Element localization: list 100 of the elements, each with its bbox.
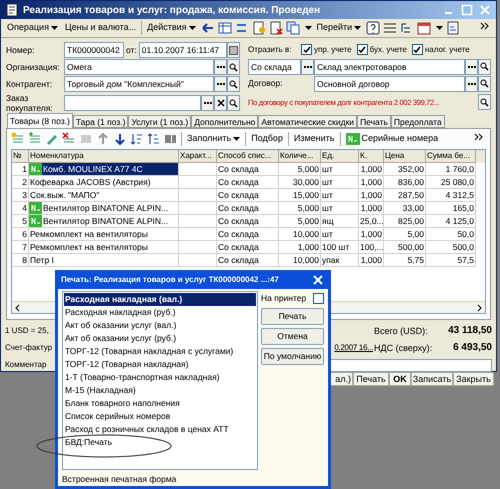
column-header[interactable]: Цена (384, 150, 426, 163)
order-field[interactable] (64, 95, 201, 111)
checkbox[interactable] (412, 44, 423, 56)
select-button[interactable] (465, 76, 478, 92)
date-field[interactable]: 01.10.2007 16:11:47 (138, 42, 227, 58)
table-cell: 1,000 (359, 202, 384, 215)
list-icon[interactable] (383, 21, 398, 35)
menu-button[interactable]: Цены и валюта... (62, 20, 138, 36)
tab[interactable]: Дополнительно (191, 115, 258, 128)
column-header[interactable]: К. (359, 150, 384, 163)
select-button[interactable] (301, 58, 314, 75)
search-button[interactable] (478, 58, 491, 75)
list-item[interactable]: Расход с розничных складов в ценах АТТ (64, 423, 256, 436)
table-icon[interactable] (218, 21, 232, 35)
select-button[interactable] (201, 95, 214, 111)
clear-button[interactable] (214, 95, 227, 111)
table-cell[interactable]: Сок.выж. "МАПО" (29, 189, 178, 201)
forms-list[interactable] (62, 291, 258, 470)
footer-button[interactable]: Печать (353, 372, 389, 386)
column-header[interactable]: Сумма бе... (426, 150, 476, 163)
sort-ascending-icon[interactable] (130, 132, 144, 146)
table-cell[interactable]: Вентилятор BINATONE ALPIN... (42, 202, 178, 214)
table-cell[interactable]: Вентилятор BINATONE ALPIN... (42, 215, 178, 227)
footer-button[interactable]: ал.) (329, 372, 353, 386)
list-item[interactable]: Расходная накладная (вал.) (64, 293, 256, 306)
calendar-icon[interactable] (417, 21, 432, 35)
tab[interactable]: Товары (8 поз.) (7, 113, 73, 128)
dialog-button[interactable]: Печать (261, 308, 324, 326)
report-icon[interactable] (446, 21, 460, 35)
pick-button[interactable]: Подбор (249, 132, 285, 146)
checkbox-label: На принтер (261, 292, 306, 305)
fill-button[interactable]: Заполнить (185, 132, 242, 146)
table-cell[interactable]: Комб. MOULINEX A77 4C (42, 163, 178, 175)
help-icon[interactable] (366, 21, 380, 35)
edit-button[interactable]: Изменить (292, 132, 336, 146)
column-header[interactable]: № (12, 150, 29, 163)
organization-field[interactable]: Омега (64, 59, 214, 75)
tab[interactable]: Печать (357, 115, 391, 128)
list-item[interactable]: Расходная накладная (руб.) (64, 306, 256, 320)
close-icon[interactable] (311, 272, 325, 287)
document-new-icon[interactable] (252, 21, 266, 35)
table-cell[interactable]: Кофеварка JACOBS (Австрия) (29, 176, 178, 188)
search-button[interactable] (227, 59, 240, 75)
checkbox[interactable] (301, 44, 312, 56)
serial-numbers-button[interactable]: Серийные номера (344, 132, 440, 146)
search-button[interactable] (227, 76, 240, 92)
checkmark-icon (302, 46, 310, 54)
dialog-button[interactable]: Отмена (261, 328, 324, 346)
search-button[interactable] (478, 94, 491, 110)
arrow-left-icon[interactable] (200, 21, 215, 35)
edit-row-icon[interactable] (45, 132, 59, 146)
caret-icon (304, 26, 312, 30)
menu-button[interactable]: Операция (5, 20, 60, 36)
checkbox[interactable] (313, 292, 324, 304)
footer-button[interactable]: Записать (411, 372, 453, 386)
search-button[interactable] (227, 95, 240, 111)
tab[interactable]: Предоплата (390, 115, 445, 128)
list-item[interactable]: ТОРГ-12 (Товарная накладная) (64, 358, 256, 372)
tab[interactable]: Автоматические скидки (258, 115, 358, 128)
column-header[interactable]: Характ... (179, 150, 217, 163)
table-cell: 100,... (359, 241, 384, 254)
counterparty-field[interactable]: Торговый дом "Комплексный" (64, 76, 214, 92)
list-item[interactable]: Акт об оказании услуг (вал.) (64, 319, 256, 332)
barcode-icon[interactable] (164, 132, 178, 146)
search-button[interactable] (478, 76, 491, 92)
list-item[interactable]: 1-Т (Товарно-транспортная накладная) (64, 371, 256, 384)
sort-descending-icon[interactable] (147, 132, 161, 146)
table-cell: упак (321, 254, 359, 267)
document-delete-icon[interactable] (268, 21, 283, 35)
number-field[interactable]: ТК000000042 (64, 42, 124, 58)
shipment-type-field[interactable]: Со склада (248, 58, 301, 75)
tab[interactable]: Услуги (1 поз.) (128, 115, 192, 128)
menu-button[interactable]: Перейти (314, 20, 364, 36)
arrow-down-icon[interactable] (113, 132, 127, 146)
dialog-button[interactable]: По умолчанию (261, 348, 324, 366)
tab[interactable]: Тара (1 поз.) (72, 115, 128, 128)
column-header[interactable]: Способ спис... (217, 150, 279, 163)
checkbox[interactable] (356, 44, 368, 56)
menu-button[interactable]: Действия (145, 20, 198, 36)
documents-icon[interactable] (286, 21, 300, 35)
column-header[interactable]: Количе... (279, 150, 321, 163)
footer-button[interactable]: OK (389, 372, 411, 386)
list-item[interactable]: БВД:Печать (64, 436, 256, 450)
column-header[interactable]: Ед. (321, 150, 359, 163)
list-item[interactable]: М-15 (Накладная) (64, 384, 256, 398)
table-cell[interactable]: Ремкомплект на вентиляторы (29, 241, 178, 253)
list-item[interactable]: ТОРГ-12 (Товарная накладная с услугами) (64, 345, 256, 358)
select-button[interactable] (214, 76, 227, 92)
list-item[interactable]: Бланк товарного наполнения (64, 397, 256, 410)
contract-field[interactable]: Основной договор (314, 76, 465, 92)
list-item[interactable]: Акт об оказании услуг (руб.) (64, 332, 256, 346)
select-button[interactable] (214, 59, 227, 75)
calendar-button[interactable] (227, 42, 240, 58)
table-cell[interactable]: Петр I (29, 254, 178, 266)
invoice-link[interactable]: 0.2007 16... (334, 342, 373, 354)
warehouse-field[interactable]: Склад электротоваров (314, 58, 465, 75)
footer-button[interactable]: Закрыть (453, 372, 494, 386)
select-button[interactable] (465, 58, 478, 75)
list-item[interactable]: Список серийных номеров (64, 410, 256, 424)
table-cell[interactable]: Ремкомплект на вентиляторы (29, 228, 178, 240)
